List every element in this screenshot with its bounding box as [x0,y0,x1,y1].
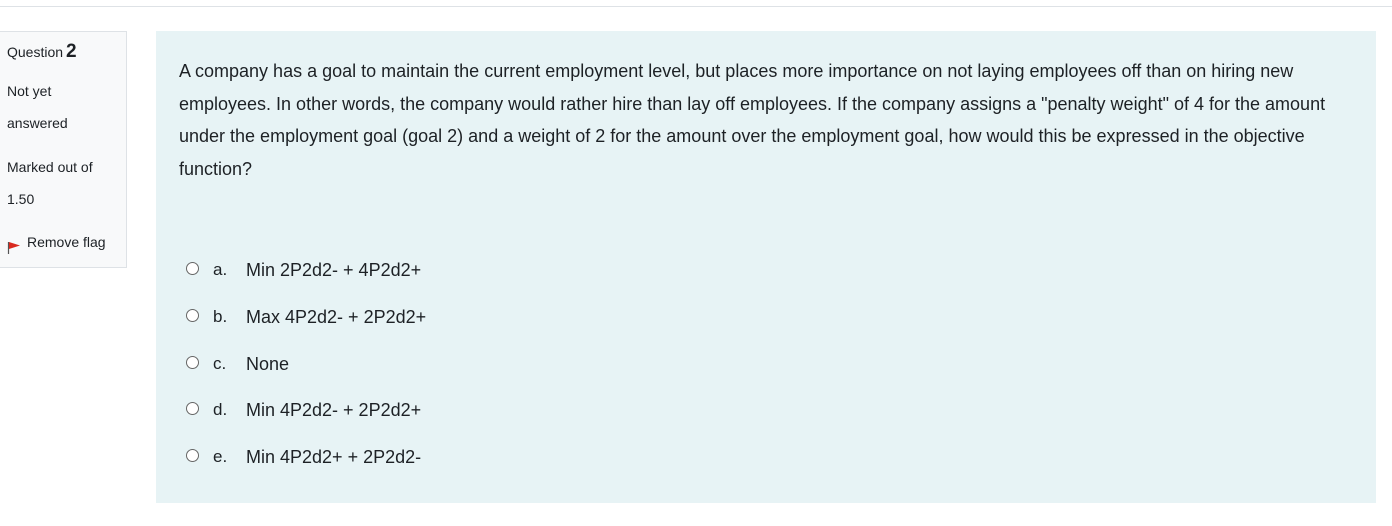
question-number-value: 2 [66,41,77,62]
question-state-line1: Not yet [7,83,52,99]
radio-button[interactable] [186,309,199,322]
remove-flag-label: Remove flag [27,234,106,250]
radio-button[interactable] [186,449,199,462]
question-number: Question 2 [7,42,77,62]
answer-text: None [246,354,290,374]
question-content-panel: A company has a goal to maintain the cur… [156,31,1376,503]
grade-info-line1: Marked out of [7,159,93,175]
radio-button[interactable] [186,262,199,275]
top-divider [0,6,1392,7]
answer-text: Min 4P2d2+ + 2P2d2- [246,447,422,467]
answer-text: Min 2P2d2- + 4P2d2+ [246,260,422,280]
answer-text: Max 4P2d2- + 2P2d2+ [246,307,427,327]
answer-letter: b. [213,307,228,326]
answer-text: Min 4P2d2- + 2P2d2+ [246,400,422,420]
answer-letter: a. [213,260,228,279]
answer-letter: e. [213,447,228,466]
grade-info-line2: 1.50 [7,191,35,207]
question-text: A company has a goal to maintain the cur… [179,61,1326,179]
question-state-line2: answered [7,115,68,131]
radio-button[interactable] [186,402,199,415]
answer-letter: d. [213,400,228,419]
question-label: Question [7,44,64,60]
answer-letter: c. [213,354,227,373]
radio-button[interactable] [186,356,199,369]
flag-icon [7,242,20,254]
